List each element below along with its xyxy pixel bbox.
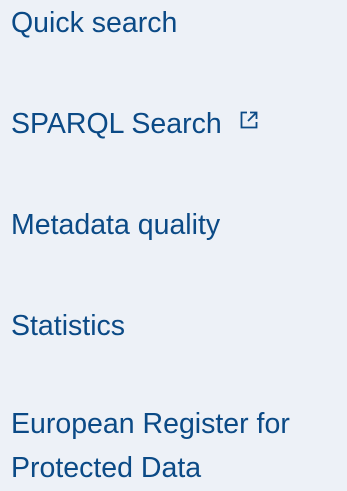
nav-item-metadata-quality[interactable]: Metadata quality [11,204,347,247]
nav-item-sparql-search[interactable]: SPARQL Search [11,103,347,146]
quick-search-link[interactable]: Quick search [11,7,177,39]
sparql-search-link[interactable]: SPARQL Search [11,108,222,140]
european-register-link[interactable]: European Register for Protected Data [11,408,290,484]
statistics-link[interactable]: Statistics [11,310,125,342]
metadata-quality-link[interactable]: Metadata quality [11,209,220,241]
external-link-icon [240,111,258,129]
nav-item-european-register[interactable]: European Register for Protected Data [11,402,347,490]
nav-item-quick-search[interactable]: Quick search [11,2,347,45]
nav-item-statistics[interactable]: Statistics [11,305,347,348]
